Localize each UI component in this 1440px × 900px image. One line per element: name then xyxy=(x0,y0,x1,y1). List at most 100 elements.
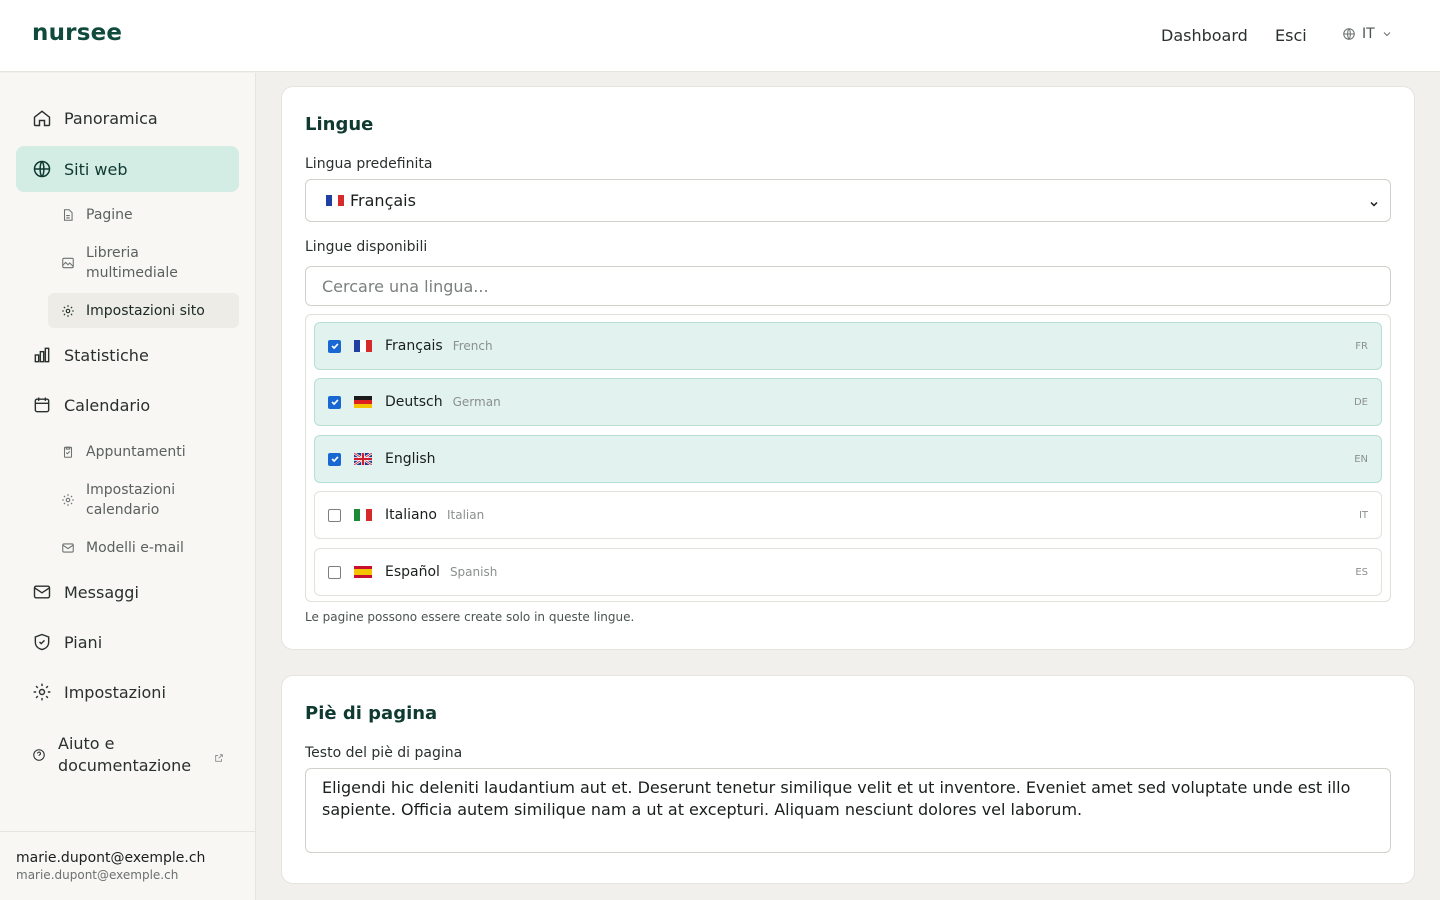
language-code: IT xyxy=(1362,26,1375,42)
bar-chart-icon xyxy=(32,345,52,365)
chevron-down-icon xyxy=(1381,28,1393,40)
sidebar-item-label: Impostazioni calendario xyxy=(86,482,176,518)
sidebar-item-label: Libreria multimediale xyxy=(86,245,178,281)
sidebar-item-pages[interactable]: Pagine xyxy=(48,203,239,227)
language-switcher[interactable]: IT xyxy=(1342,26,1393,42)
sidebar-item-messages[interactable]: Messaggi xyxy=(16,569,239,615)
image-icon xyxy=(60,255,76,271)
language-native-name: Deutsch xyxy=(385,394,443,410)
card-title: Piè di pagina xyxy=(305,703,438,724)
external-link-icon xyxy=(214,748,224,767)
sidebar-item-help[interactable]: Aiuto e documentazione xyxy=(16,730,239,780)
language-checkbox[interactable] xyxy=(328,565,341,579)
sidebar-item-label: Pagine xyxy=(86,207,133,223)
language-row-en[interactable]: English EN xyxy=(314,435,1382,483)
mail-icon xyxy=(32,582,52,602)
top-bar: nursee Dashboard Esci IT xyxy=(0,0,1440,72)
language-checkbox[interactable] xyxy=(328,452,341,466)
sidebar: Panoramica Siti web Pagine Libreria mult… xyxy=(0,73,256,900)
sidebar-item-websites[interactable]: Siti web xyxy=(16,146,239,192)
user-panel[interactable]: marie.dupont@exemple.ch marie.dupont@exe… xyxy=(0,831,255,900)
clipboard-icon xyxy=(60,444,76,460)
sidebar-item-label: Aiuto e documentazione xyxy=(58,734,192,775)
language-search-input[interactable]: Cercare una lingua... xyxy=(305,266,1391,306)
sidebar-item-statistics[interactable]: Statistiche xyxy=(16,332,239,378)
flag-fr-icon xyxy=(354,340,372,352)
flag-de-icon xyxy=(354,396,372,408)
language-english-name: Spanish xyxy=(449,565,498,579)
footer-text-label: Testo del piè di pagina xyxy=(305,745,463,761)
language-native-name: Español xyxy=(385,564,440,580)
sidebar-item-site-settings[interactable]: Impostazioni sito xyxy=(48,293,239,328)
language-english-name: Italian xyxy=(447,508,485,522)
gear-icon xyxy=(60,492,76,508)
language-code: ES xyxy=(1355,566,1368,578)
sidebar-item-settings[interactable]: Impostazioni xyxy=(16,669,239,715)
sidebar-item-label: Messaggi xyxy=(64,582,139,602)
sidebar-item-calendar[interactable]: Calendario xyxy=(16,382,239,428)
nav-logout-link[interactable]: Esci xyxy=(1275,26,1307,45)
sidebar-item-media-library[interactable]: Libreria multimediale xyxy=(48,241,198,285)
sidebar-item-appointments[interactable]: Appuntamenti xyxy=(48,440,239,464)
user-email: marie.dupont@exemple.ch xyxy=(16,868,179,882)
mail-icon xyxy=(60,540,76,556)
sidebar-item-calendar-settings[interactable]: Impostazioni calendario xyxy=(48,478,208,522)
flag-es-icon xyxy=(354,566,372,578)
language-checkbox[interactable] xyxy=(328,508,341,522)
sidebar-item-label: Appuntamenti xyxy=(86,444,186,460)
footer-text-textarea[interactable]: Eligendi hic deleniti laudantium aut et.… xyxy=(305,768,1391,853)
user-name: marie.dupont@exemple.ch xyxy=(16,850,206,866)
language-list: Français French FR Deutsch German DE Eng… xyxy=(305,314,1391,602)
language-row-de[interactable]: Deutsch German DE xyxy=(314,378,1382,426)
help-circle-icon xyxy=(32,748,46,762)
logo[interactable]: nursee xyxy=(32,20,122,46)
globe-icon xyxy=(1342,27,1356,41)
sidebar-item-label: Statistiche xyxy=(64,345,149,365)
language-english-name: German xyxy=(452,395,501,409)
language-row-it[interactable]: Italiano Italian IT xyxy=(314,491,1382,539)
card-title: Lingue xyxy=(305,114,374,135)
language-code: FR xyxy=(1355,340,1368,352)
default-language-label: Lingua predefinita xyxy=(305,156,433,172)
nav-dashboard-link[interactable]: Dashboard xyxy=(1161,26,1248,45)
language-code: EN xyxy=(1354,453,1368,465)
search-placeholder: Cercare una lingua... xyxy=(322,276,489,296)
footer-card: Piè di pagina Testo del piè di pagina El… xyxy=(281,675,1415,884)
sidebar-item-label: Siti web xyxy=(64,159,128,179)
language-native-name: Italiano xyxy=(385,507,437,523)
flag-fr-icon xyxy=(326,195,344,206)
gear-icon xyxy=(32,682,52,702)
gear-icon xyxy=(60,303,76,319)
sidebar-item-email-templates[interactable]: Modelli e-mail xyxy=(48,536,239,560)
selected-language: Français xyxy=(350,191,416,210)
languages-hint: Le pagine possono essere create solo in … xyxy=(305,610,635,624)
flag-it-icon xyxy=(354,509,372,521)
file-icon xyxy=(60,207,76,223)
sidebar-item-label: Panoramica xyxy=(64,108,158,128)
language-code: IT xyxy=(1358,509,1368,521)
sidebar-item-label: Impostazioni xyxy=(64,682,166,702)
globe-icon xyxy=(32,159,52,179)
sidebar-item-label: Modelli e-mail xyxy=(86,540,184,556)
sidebar-item-plans[interactable]: Piani xyxy=(16,619,239,665)
sidebar-item-overview[interactable]: Panoramica xyxy=(16,95,239,141)
language-checkbox[interactable] xyxy=(328,339,341,353)
languages-card: Lingue Lingua predefinita Français Lingu… xyxy=(281,86,1415,650)
language-native-name: English xyxy=(385,451,436,467)
chevron-down-icon xyxy=(1368,195,1380,214)
sidebar-item-label: Impostazioni sito xyxy=(86,302,205,319)
language-row-fr[interactable]: Français French FR xyxy=(314,322,1382,370)
language-checkbox[interactable] xyxy=(328,395,341,409)
language-code: DE xyxy=(1353,396,1368,408)
calendar-icon xyxy=(32,395,52,415)
language-native-name: Français xyxy=(385,338,443,354)
sidebar-item-label: Calendario xyxy=(64,395,151,415)
home-icon xyxy=(32,108,52,128)
language-english-name: French xyxy=(452,339,493,353)
flag-gb-icon xyxy=(354,453,372,465)
default-language-select[interactable]: Français xyxy=(305,179,1391,222)
language-row-es[interactable]: Español Spanish ES xyxy=(314,548,1382,596)
sidebar-item-label: Piani xyxy=(64,632,103,652)
available-languages-label: Lingue disponibili xyxy=(305,239,428,255)
shield-check-icon xyxy=(32,632,52,652)
